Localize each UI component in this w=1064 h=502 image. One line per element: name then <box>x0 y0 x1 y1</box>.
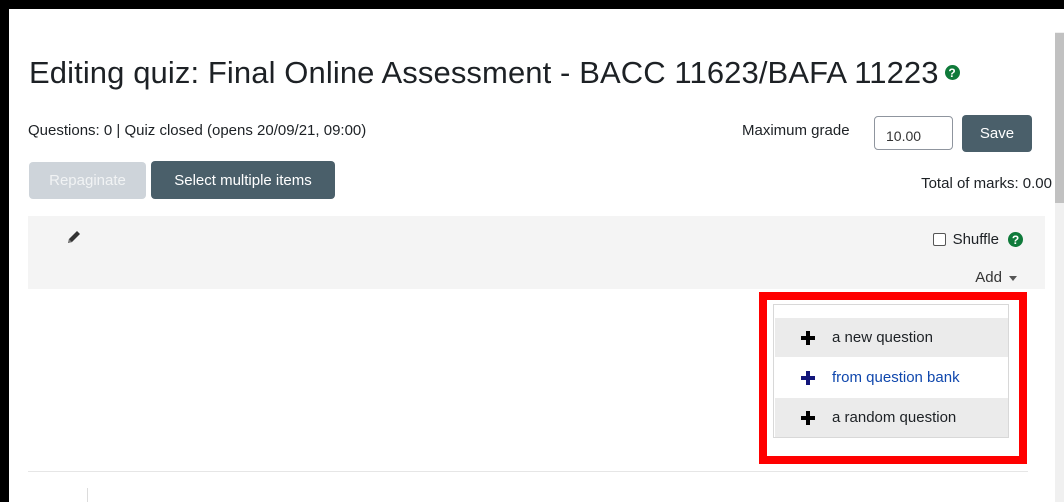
section-header: Shuffle ? Add <box>28 216 1045 289</box>
quiz-status-info: Questions: 0 | Quiz closed (opens 20/09/… <box>28 122 367 139</box>
maximum-grade-label: Maximum grade <box>742 122 850 139</box>
page-title-text: Editing quiz: Final Online Assessment - … <box>29 55 939 90</box>
select-multiple-items-button[interactable]: Select multiple items <box>151 161 335 199</box>
shuffle-control: Shuffle ? <box>932 231 1023 248</box>
save-button[interactable]: Save <box>962 115 1032 152</box>
add-dropdown[interactable]: Add <box>975 269 1017 286</box>
shuffle-label: Shuffle <box>952 231 999 248</box>
pencil-icon[interactable] <box>65 228 83 246</box>
total-of-marks: Total of marks: 0.00 <box>921 175 1052 192</box>
divider-tick <box>87 488 88 502</box>
help-icon[interactable]: ? <box>1008 232 1023 247</box>
scrollbar-thumb[interactable] <box>1055 33 1064 203</box>
help-icon[interactable]: ? <box>944 65 960 81</box>
quiz-editor-window: Editing quiz: Final Online Assessment - … <box>9 9 1064 502</box>
maximum-grade-input[interactable] <box>874 116 953 150</box>
add-label: Add <box>975 269 1002 286</box>
shuffle-checkbox[interactable] <box>932 233 946 246</box>
divider <box>28 471 1028 472</box>
page-title: Editing quiz: Final Online Assessment - … <box>29 55 960 91</box>
highlight-box <box>759 292 1027 464</box>
caret-down-icon <box>1009 275 1017 281</box>
repaginate-button: Repaginate <box>29 162 146 199</box>
